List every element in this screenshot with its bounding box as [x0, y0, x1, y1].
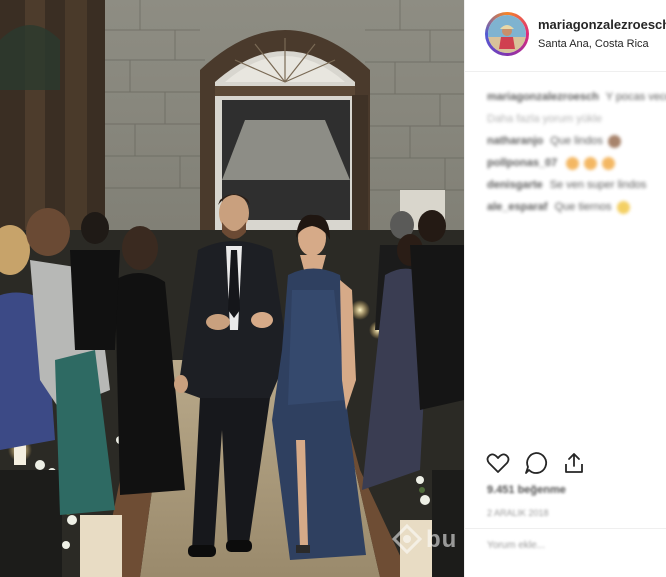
comment-icon[interactable] [523, 450, 549, 476]
wedding-photo-image [0, 0, 464, 577]
caption: mariagonzalezroesch Y pocas veces estuvi… [487, 86, 666, 108]
comment-text: Se ven super lindos [549, 179, 647, 191]
post-date: 2 ARALIK 2018 [487, 508, 549, 518]
post-side-panel: mariagonzalezroesch Santa Ana, Costa Ric… [464, 0, 666, 577]
watermark: bu [392, 520, 464, 564]
comment-input[interactable]: Yorum ekle... [487, 540, 545, 551]
caption-text: Y pocas veces estuvimos asi, pero como [605, 91, 666, 103]
post-header: mariagonzalezroesch Santa Ana, Costa Ric… [465, 0, 666, 72]
comment-username[interactable]: denisgarte [487, 179, 543, 191]
divider [465, 528, 666, 529]
comment-item: ale_esparaf Que tiernos [487, 196, 666, 218]
likes-count[interactable]: 9.451 beğenme [487, 484, 566, 496]
emoji-icon [602, 156, 616, 170]
emoji-icon [607, 134, 621, 148]
comment-item: denisgarte Se ven super lindos [487, 174, 666, 196]
bu-logo-icon [392, 524, 422, 554]
avatar-image [488, 15, 526, 53]
post-username[interactable]: mariagonzalezroesch [538, 17, 666, 32]
post-photo[interactable]: bu [0, 0, 464, 577]
emoji-icon [584, 156, 598, 170]
comment-item: pollponas_07 [487, 152, 666, 174]
emoji-icon [566, 156, 580, 170]
caption-username[interactable]: mariagonzalezroesch [487, 91, 599, 103]
load-more-comments-link[interactable]: Daha fazla yorum yükle [487, 108, 666, 130]
watermark-text: bu [426, 526, 458, 553]
comments-list: mariagonzalezroesch Y pocas veces estuvi… [487, 86, 666, 218]
comment-text: Que lindos [550, 135, 603, 147]
post-actions [485, 446, 665, 480]
share-icon[interactable] [561, 450, 587, 476]
post-location[interactable]: Santa Ana, Costa Rica [538, 38, 649, 50]
emoji-icon [616, 200, 630, 214]
comment-text: Que tiernos [554, 201, 612, 213]
comment-username[interactable]: ale_esparaf [487, 201, 548, 213]
comment-username[interactable]: natharanjo [487, 135, 543, 147]
heart-icon[interactable] [485, 450, 511, 476]
comment-username[interactable]: pollponas_07 [487, 157, 557, 169]
comment-item: natharanjo Que lindos [487, 130, 666, 152]
avatar[interactable] [485, 12, 529, 56]
